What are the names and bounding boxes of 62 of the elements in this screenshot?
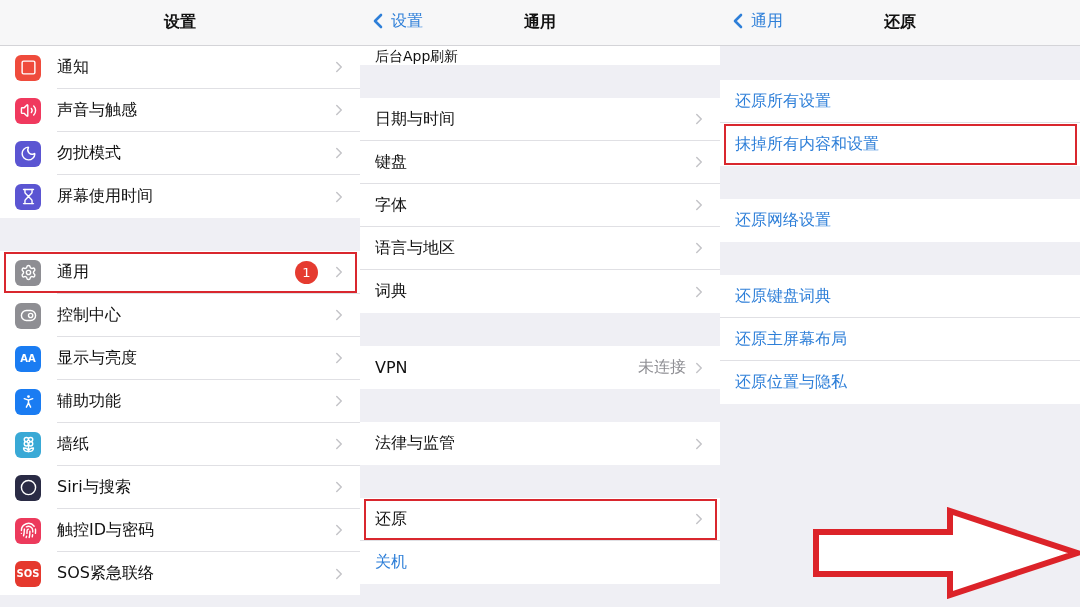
back-button[interactable]: 设置 bbox=[366, 9, 423, 33]
row-label: 还原键盘词典 bbox=[735, 285, 832, 307]
settings-row[interactable]: 屏幕使用时间 bbox=[0, 175, 360, 218]
settings-row[interactable]: 还原位置与隐私 bbox=[720, 361, 1080, 404]
row-label: 墙纸 bbox=[57, 433, 90, 455]
row-label: 还原位置与隐私 bbox=[735, 372, 848, 393]
settings-row[interactable]: 还原网络设置 bbox=[720, 199, 1080, 242]
row-label: 屏幕使用时间 bbox=[57, 186, 154, 207]
row-label: 关机 bbox=[375, 552, 408, 573]
row-label: 还原网络设置 bbox=[735, 210, 832, 231]
settings-row[interactable]: 还原 bbox=[360, 498, 720, 541]
notification-badge: 1 bbox=[295, 260, 318, 284]
settings-row[interactable]: 触控ID与密码 bbox=[0, 509, 360, 552]
row-label: 字体 bbox=[375, 194, 408, 216]
app-icon: SOS bbox=[15, 560, 41, 587]
settings-row[interactable]: 通知 bbox=[0, 46, 360, 89]
settings-row[interactable]: 日期与时间 bbox=[360, 98, 720, 141]
row-label: 法律与监管 bbox=[375, 433, 456, 454]
row-label: SOS紧急联络 bbox=[57, 563, 155, 584]
row-label: 词典 bbox=[375, 281, 408, 302]
row-label: 控制中心 bbox=[57, 304, 122, 326]
settings-row[interactable]: Siri与搜索 bbox=[0, 466, 360, 509]
row-label: 通知 bbox=[57, 56, 90, 78]
settings-row[interactable]: AA 显示与亮度 bbox=[0, 337, 360, 380]
settings-row[interactable]: 控制中心 bbox=[0, 294, 360, 337]
settings-row[interactable]: 抹掉所有内容和设置 bbox=[720, 123, 1080, 166]
row-label: 抹掉所有内容和设置 bbox=[735, 134, 880, 155]
back-button[interactable]: 通用 bbox=[726, 9, 783, 33]
row-label: 触控ID与密码 bbox=[57, 519, 156, 541]
settings-row[interactable]: 还原主屏幕布局 bbox=[720, 318, 1080, 361]
settings-row[interactable]: 法律与监管 bbox=[360, 422, 720, 465]
row-label: 键盘 bbox=[375, 151, 408, 173]
row-label: Siri与搜索 bbox=[57, 476, 132, 498]
settings-row[interactable]: 后台App刷新 bbox=[360, 46, 720, 65]
nav-title: 还原 bbox=[884, 12, 916, 33]
row-label: 还原所有设置 bbox=[735, 90, 832, 112]
settings-row[interactable]: VPN 未连接 bbox=[360, 346, 720, 389]
settings-row[interactable]: 墙纸 bbox=[0, 423, 360, 466]
row-value: 未连接 bbox=[638, 357, 686, 378]
settings-row[interactable]: 还原所有设置 bbox=[720, 80, 1080, 123]
row-label: VPN bbox=[375, 358, 409, 377]
settings-row[interactable]: 还原键盘词典 bbox=[720, 275, 1080, 318]
nav-title: 设置 bbox=[164, 12, 196, 33]
row-label: 语言与地区 bbox=[375, 237, 456, 259]
app-icon: AA bbox=[15, 345, 41, 372]
row-label: 还原 bbox=[375, 508, 408, 530]
settings-row[interactable]: 辅助功能 bbox=[0, 380, 360, 423]
row-label: 勿扰模式 bbox=[57, 142, 122, 164]
settings-row[interactable]: 通用 1 bbox=[0, 251, 360, 294]
settings-row[interactable]: 关机 bbox=[360, 541, 720, 584]
nav-title: 通用 bbox=[524, 12, 556, 33]
settings-row[interactable]: 声音与触感 bbox=[0, 89, 360, 132]
row-label: 显示与亮度 bbox=[57, 347, 138, 369]
settings-row[interactable]: 勿扰模式 bbox=[0, 132, 360, 175]
settings-row[interactable]: 词典 bbox=[360, 270, 720, 313]
row-label: 辅助功能 bbox=[57, 390, 122, 412]
row-label: 声音与触感 bbox=[57, 99, 138, 121]
row-label: 还原主屏幕布局 bbox=[735, 328, 848, 350]
row-label: 通用 bbox=[57, 261, 90, 283]
settings-row[interactable]: SOS SOS紧急联络 bbox=[0, 552, 360, 595]
row-label: 日期与时间 bbox=[375, 108, 456, 130]
row-label: 后台App刷新 bbox=[375, 48, 460, 65]
